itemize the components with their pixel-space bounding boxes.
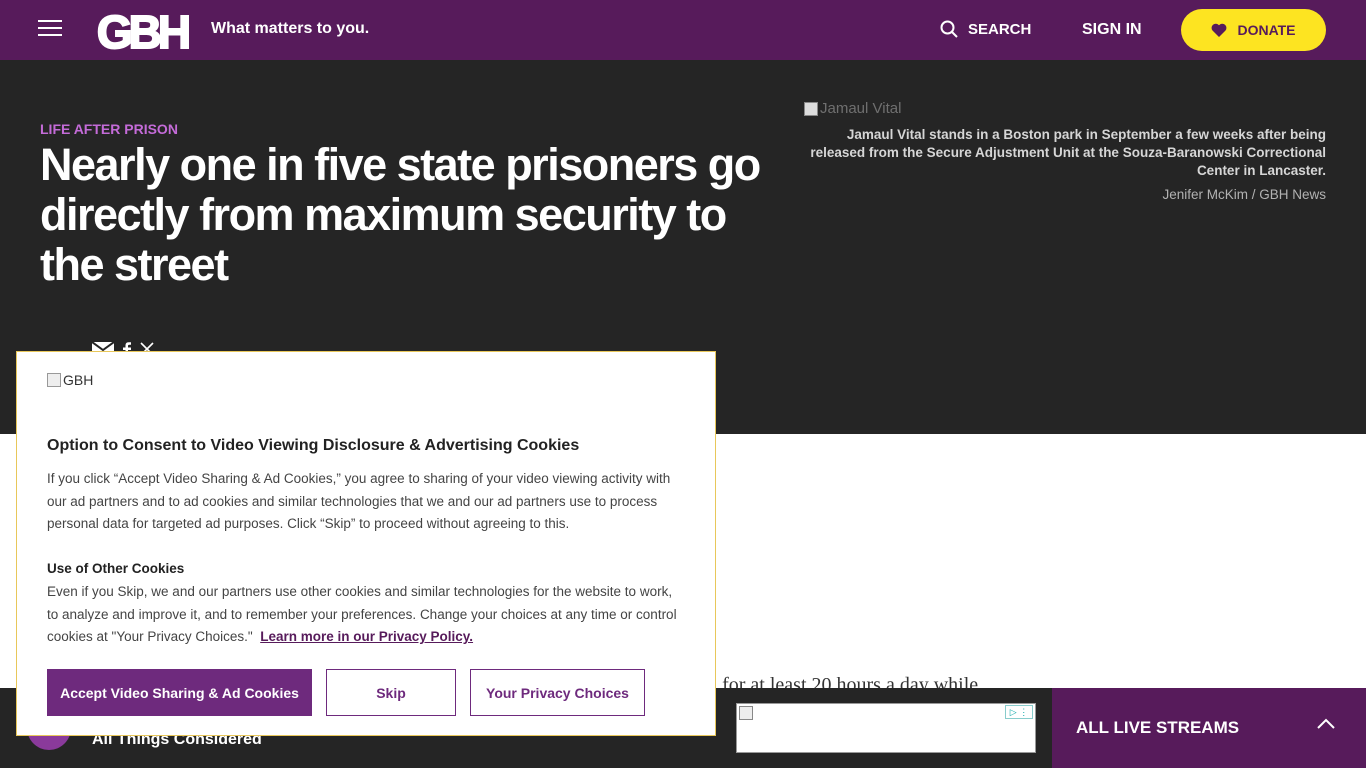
donate-button[interactable]: DONATE: [1181, 9, 1326, 51]
consent-paragraph-ad: If you click “Accept Video Sharing & Ad …: [47, 471, 671, 531]
site-header: GBH What matters to you. SEARCH SIGN IN …: [0, 0, 1366, 60]
gbh-logo[interactable]: GBH: [92, 4, 192, 56]
live-streams-label: ALL LIVE STREAMS: [1076, 718, 1240, 737]
heart-icon: [1212, 23, 1227, 37]
adchoices-icon[interactable]: ▷ ⋮: [1005, 705, 1033, 719]
broken-image-icon: [739, 706, 753, 720]
search-label: SEARCH: [968, 20, 1032, 38]
consent-logo: GBH: [47, 372, 93, 388]
privacy-policy-link[interactable]: Learn more in our Privacy Policy.: [260, 629, 473, 644]
article-kicker[interactable]: LIFE AFTER PRISON: [40, 121, 178, 137]
broken-image-icon: [47, 373, 61, 387]
menu-icon[interactable]: [38, 20, 62, 40]
chevron-up-icon: [1317, 718, 1335, 729]
accept-cookies-button[interactable]: Accept Video Sharing & Ad Cookies: [47, 669, 312, 716]
consent-logo-alt: GBH: [63, 372, 94, 388]
image-caption: Jamaul Vital stands in a Boston park in …: [810, 127, 1326, 178]
cookie-consent-dialog: GBH Option to Consent to Video Viewing D…: [16, 351, 716, 736]
consent-subheading: Use of Other Cookies: [47, 561, 185, 576]
article-image: Jamaul Vital: [804, 100, 901, 117]
ad-slot[interactable]: ▷ ⋮: [736, 703, 1036, 753]
image-credit: Jenifer McKim / GBH News: [1162, 187, 1326, 202]
image-alt-text: Jamaul Vital: [820, 100, 902, 117]
broken-image-icon: [804, 101, 818, 116]
sign-in-link[interactable]: SIGN IN: [1082, 21, 1142, 39]
search-button[interactable]: SEARCH: [940, 20, 1031, 38]
article-headline: Nearly one in five state prisoners go di…: [40, 139, 761, 290]
donate-label: DONATE: [1237, 22, 1296, 38]
svg-text:GBH: GBH: [97, 6, 189, 56]
skip-button[interactable]: Skip: [326, 669, 456, 716]
live-streams-toggle[interactable]: ALL LIVE STREAMS: [1052, 688, 1366, 768]
consent-title: Option to Consent to Video Viewing Discl…: [47, 437, 580, 454]
consent-paragraph-other: Even if you Skip, we and our partners us…: [47, 581, 687, 649]
privacy-choices-button[interactable]: Your Privacy Choices: [470, 669, 645, 716]
site-tagline: What matters to you.: [211, 20, 370, 37]
search-icon: [940, 20, 958, 38]
